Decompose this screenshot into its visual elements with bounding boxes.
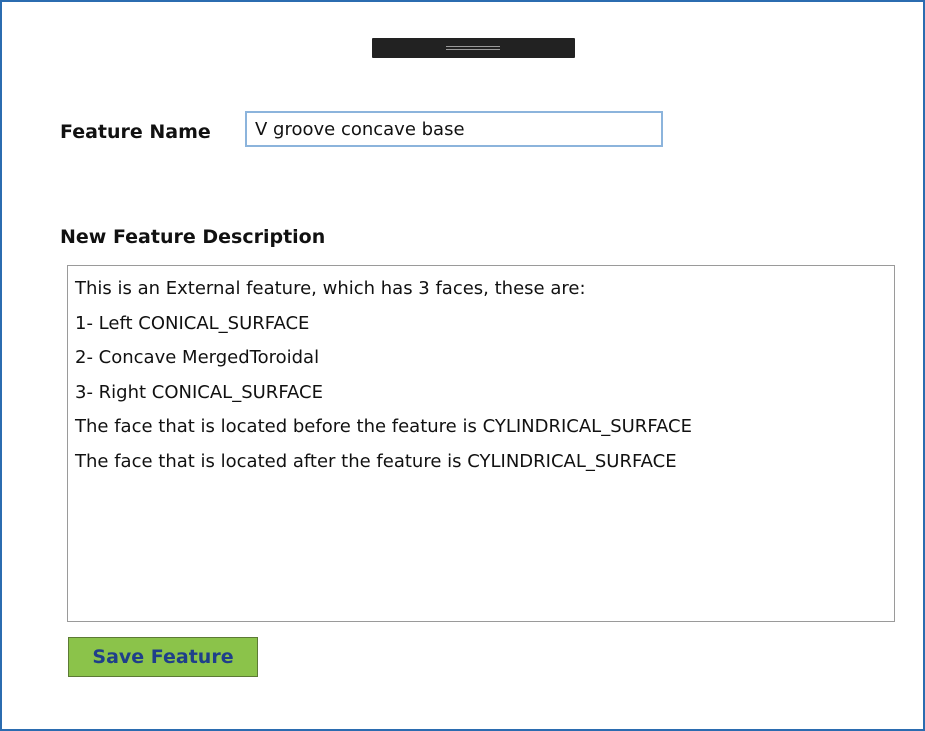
description-textarea[interactable]: This is an External feature, which has 3… [67, 265, 895, 622]
description-line: 1- Left CONICAL_SURFACE [75, 312, 310, 334]
description-line: 2- Concave MergedToroidal [75, 347, 320, 368]
feature-editor-window: Feature Name New Feature Description Thi… [0, 0, 925, 731]
drag-handle[interactable] [372, 38, 575, 58]
description-line: 3- Right CONICAL_SURFACE [75, 381, 323, 403]
grip-line-icon [446, 46, 500, 47]
feature-name-label: Feature Name [60, 121, 211, 143]
description-line: The face that is located before the feat… [75, 416, 692, 437]
description-line: The face that is located after the featu… [75, 450, 677, 472]
grip-line-icon [446, 49, 500, 50]
save-feature-button[interactable]: Save Feature [68, 637, 258, 677]
description-label: New Feature Description [60, 226, 326, 248]
feature-name-input[interactable] [245, 111, 663, 147]
description-line: This is an External feature, which has 3… [75, 278, 586, 299]
